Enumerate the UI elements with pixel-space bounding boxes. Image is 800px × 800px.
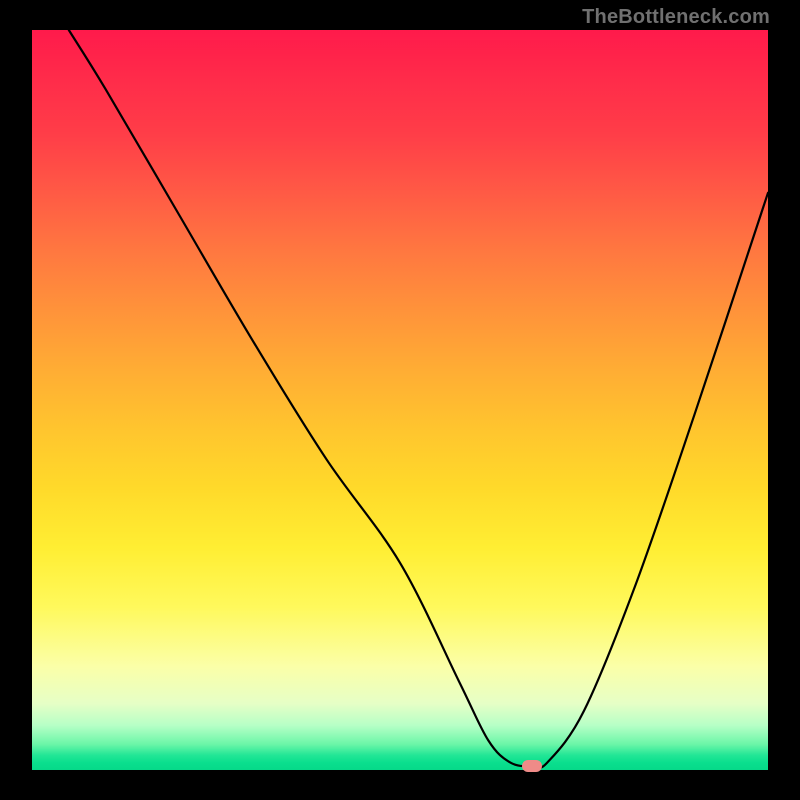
attribution-text: TheBottleneck.com (582, 6, 770, 29)
chart-frame: TheBottleneck.com (0, 0, 800, 800)
bottleneck-curve (32, 30, 768, 770)
plot-area (32, 30, 768, 770)
optimal-marker (522, 760, 542, 772)
